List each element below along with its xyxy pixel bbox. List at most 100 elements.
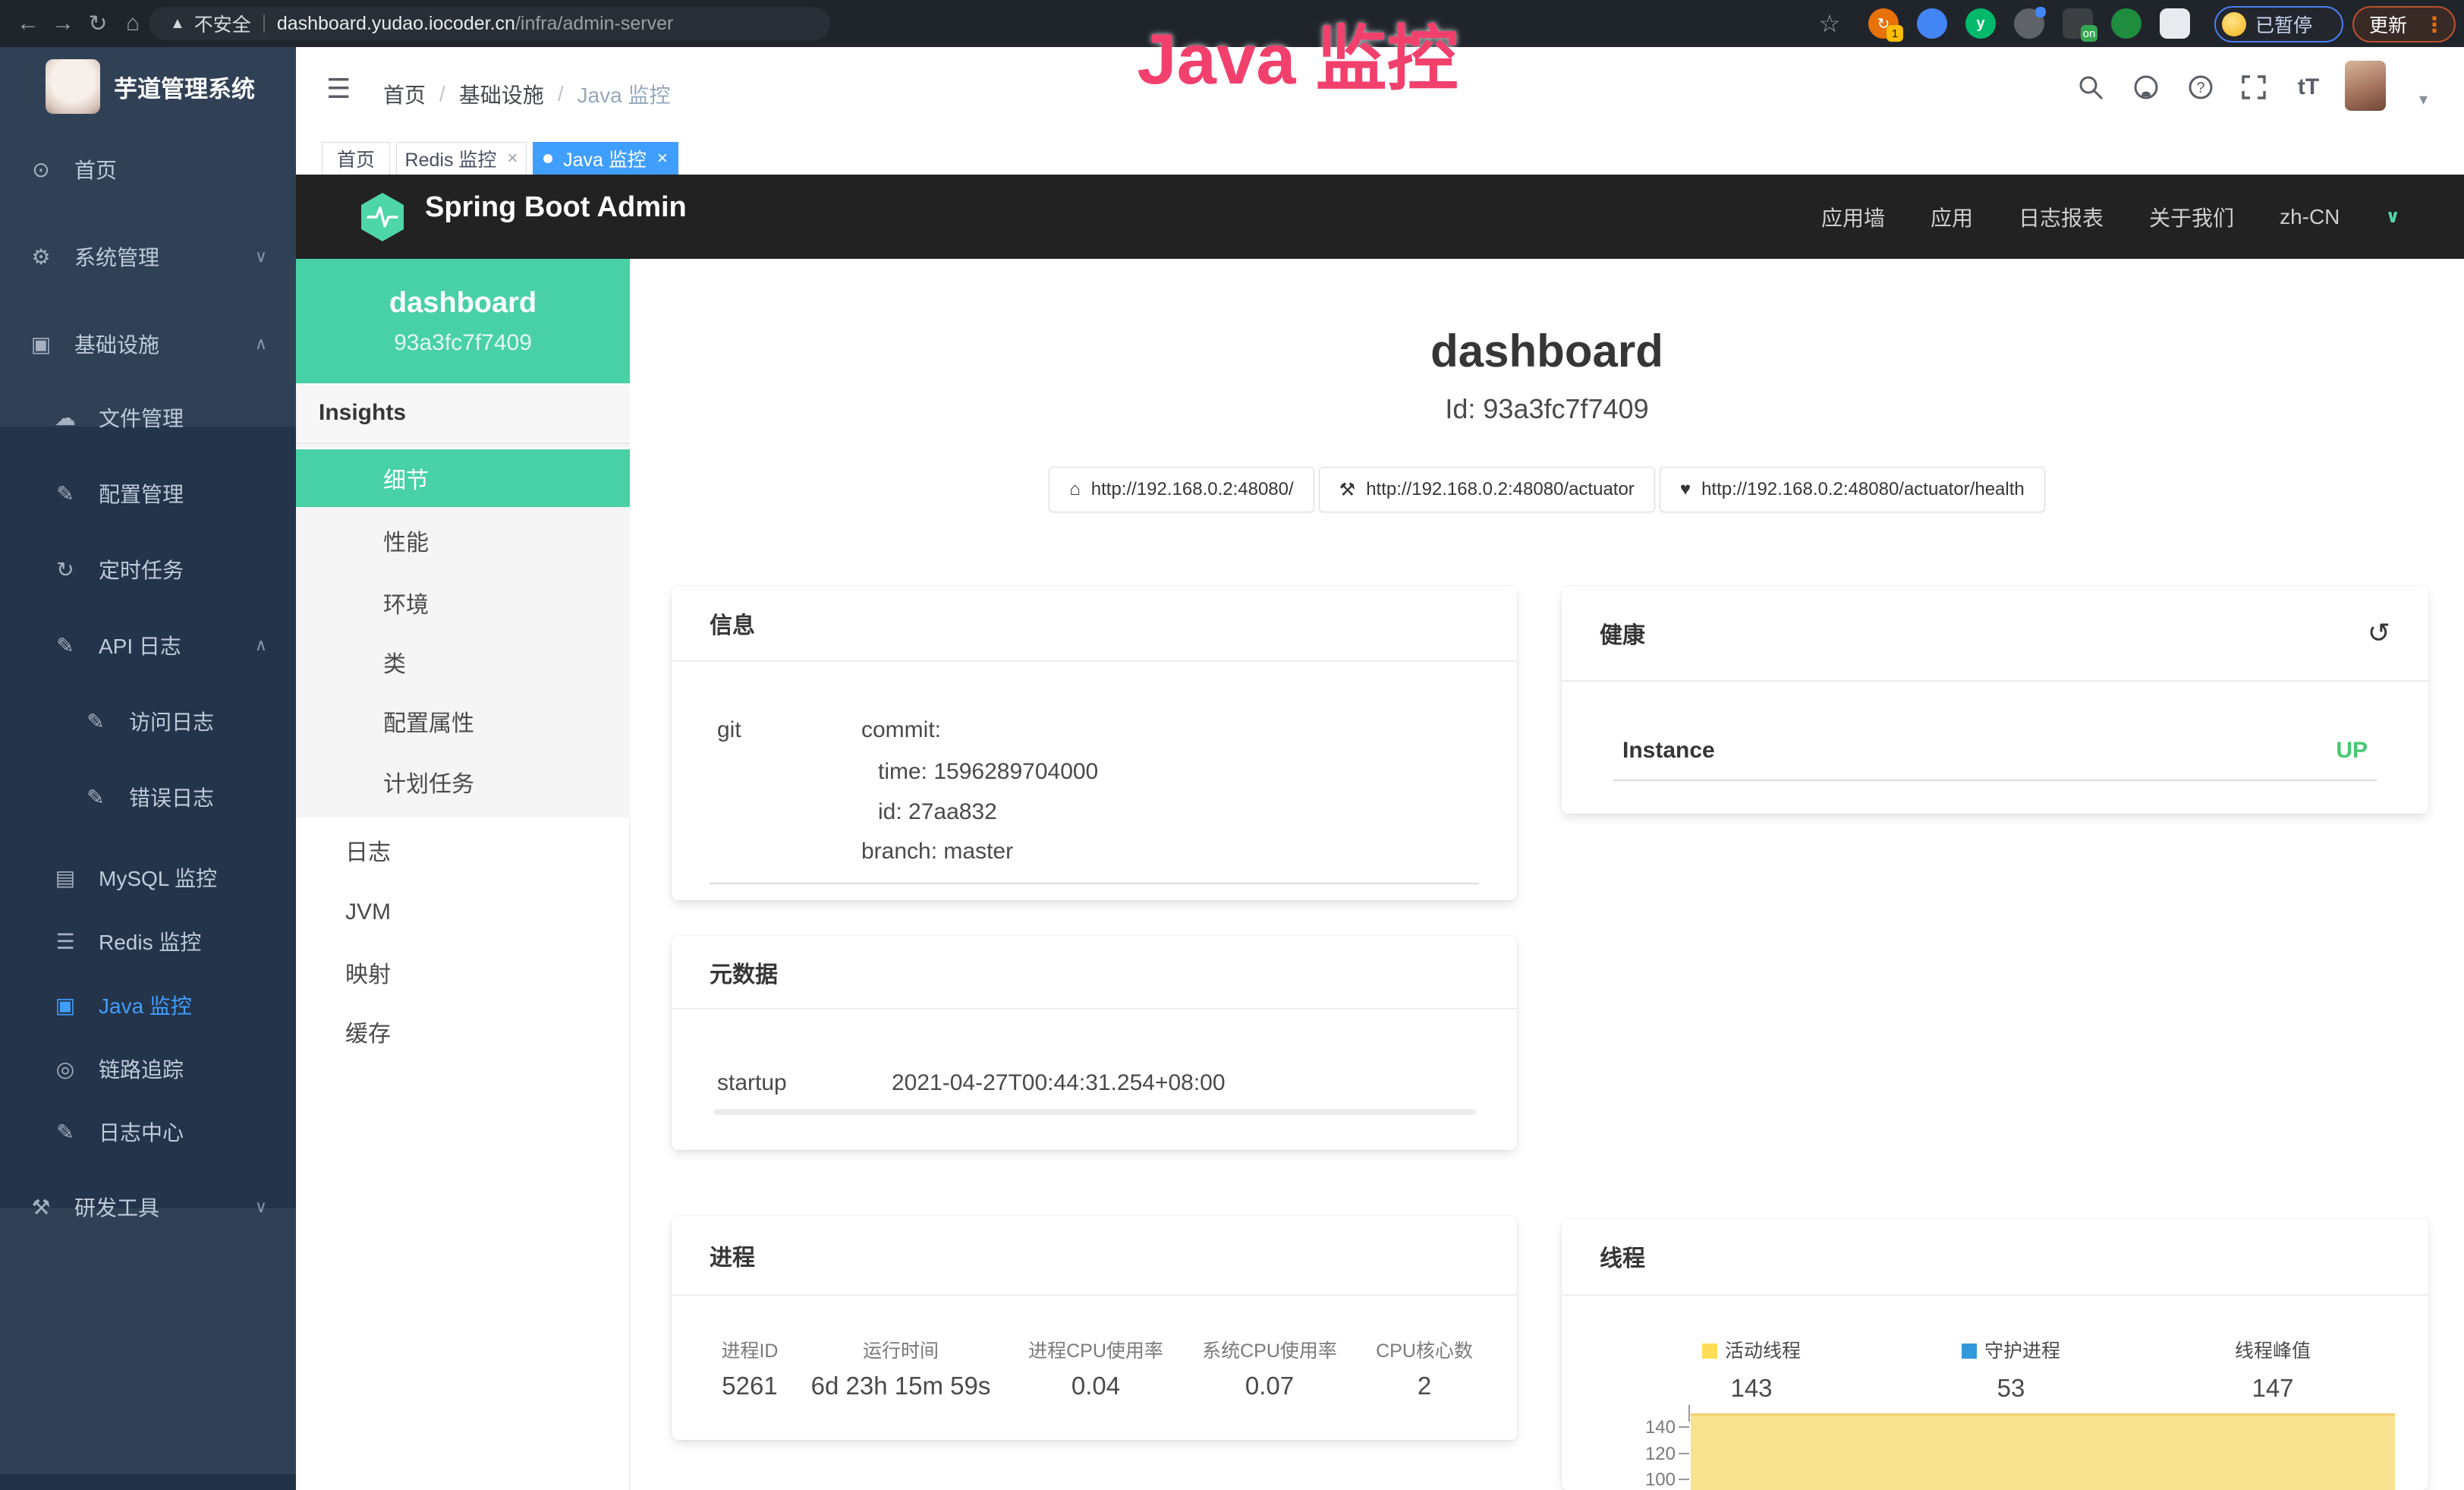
help-icon[interactable]: ? [2186, 72, 2216, 102]
page-root: ← → ↻ ⌂ ▲ 不安全 dashboard.yudao.iocoder.cn… [0, 0, 2464, 1490]
sidebar-item-access-logs[interactable]: ✎ 访问日志 [0, 689, 296, 753]
browser-back-icon[interactable]: ← [11, 0, 46, 47]
extension-pin-icon[interactable] [1917, 8, 1947, 39]
sidebar-item-error-logs[interactable]: ✎ 错误日志 [0, 765, 296, 829]
bookmark-star-icon[interactable]: ☆ [1812, 0, 1847, 47]
breadcrumb-home[interactable]: 首页 [383, 79, 426, 109]
kebab-menu-icon[interactable]: ⋮ [2424, 12, 2445, 37]
metadata-card-title: 元数据 [710, 956, 778, 989]
process-header-uptime: 运行时间 [810, 1336, 992, 1363]
sidebar-item-api-logs[interactable]: ✎ API 日志 ∧ [0, 613, 296, 677]
chevron-down-icon: ∨ [255, 1197, 267, 1217]
insight-item-scheduled-tasks[interactable]: 计划任务 [296, 752, 630, 811]
sidebar-item-config-management[interactable]: ✎ 配置管理 [0, 461, 296, 525]
extension-grid-icon[interactable] [2014, 8, 2044, 39]
sidebar-item-trace[interactable]: ◎ 链路追踪 [0, 1037, 296, 1101]
instance-item-caches[interactable]: 缓存 [296, 1002, 630, 1061]
not-secure-label[interactable]: 不安全 [194, 10, 251, 37]
link-url: http://192.168.0.2:48080/actuator [1366, 479, 1635, 500]
chart-ytick-100: 100 [1584, 1470, 1676, 1490]
extension-yuque-icon[interactable]: y [1965, 8, 1996, 39]
sba-nav-journal[interactable]: 日志报表 [2019, 202, 2104, 232]
tab-redis-monitor[interactable]: Redis 监控 × [396, 142, 527, 175]
github-icon[interactable] [2131, 72, 2161, 102]
sidebar-item-home[interactable]: ⊙ 首页 [0, 137, 296, 201]
sidebar-collapse-icon[interactable]: ☰ [326, 73, 351, 105]
history-icon[interactable]: ↺ [2368, 617, 2390, 649]
profile-paused-pill[interactable]: 已暂停 [2214, 6, 2343, 43]
avatar-caret-down-icon[interactable]: ▾ [2419, 90, 2428, 109]
paused-label: 已暂停 [2255, 11, 2312, 38]
sidebar-item-label: 基础设施 [74, 329, 159, 359]
extension-sprout-icon[interactable] [2111, 8, 2141, 39]
sidebar-item-label: API 日志 [99, 630, 181, 660]
sba-brand-title[interactable]: Spring Boot Admin [425, 191, 687, 224]
browser-forward-icon[interactable]: → [46, 0, 80, 47]
extension-refresh-icon[interactable]: ↻ 1 [1868, 8, 1899, 39]
browser-home-icon[interactable]: ⌂ [115, 0, 150, 47]
sidebar-item-label: 访问日志 [129, 706, 214, 736]
extensions-row: ↻ 1 y on [1868, 0, 2208, 47]
actuator-link[interactable]: ⚒ http://192.168.0.2:48080/actuator [1319, 467, 1655, 512]
tab-close-icon[interactable]: × [657, 148, 668, 169]
yuque-glyph: y [1976, 15, 1984, 33]
sidebar-item-java-monitor[interactable]: ▣ Java 监控 [0, 973, 296, 1037]
browser-update-button[interactable]: 更新 ⋮ [2352, 6, 2456, 43]
insight-item-classes[interactable]: 类 [296, 632, 630, 691]
sidebar-item-infrastructure[interactable]: ▣ 基础设施 ∧ [0, 312, 296, 376]
legend-label: 活动线程 [1725, 1340, 1801, 1362]
extension-onetab-icon[interactable]: on [2063, 8, 2093, 39]
sidebar-item-redis-monitor[interactable]: ☰ Redis 监控 [0, 909, 296, 973]
tab-java-monitor[interactable]: Java 监控 × [533, 142, 678, 175]
health-link[interactable]: ♥ http://192.168.0.2:48080/actuator/heal… [1660, 467, 2045, 512]
page-subtitle: Id: 93a3fc7f7409 [630, 393, 2464, 425]
font-size-icon[interactable]: tT [2293, 72, 2324, 102]
fullscreen-icon[interactable] [2239, 72, 2269, 102]
instance-item-mappings[interactable]: 映射 [296, 943, 630, 1002]
sidebar-item-mysql-monitor[interactable]: ▤ MySQL 监控 [0, 846, 296, 909]
gear-icon: ⚙ [27, 244, 55, 269]
tab-close-icon[interactable]: × [507, 148, 518, 169]
sidebar-item-file-management[interactable]: ☁ 文件管理 [0, 386, 296, 449]
address-divider [263, 14, 265, 33]
sba-nav-wallboard[interactable]: 应用墙 [1821, 202, 1885, 232]
sidebar-item-label: 定时任务 [99, 554, 184, 584]
legend-label: 线程峰值 [2235, 1340, 2311, 1362]
sba-language-select[interactable]: zh-CN [2280, 205, 2340, 229]
instance-item-jvm[interactable]: JVM [296, 883, 630, 942]
tab-label: Redis 监控 [405, 145, 497, 172]
threads-area-chart [1691, 1413, 2395, 1490]
instance-item-logs[interactable]: 日志 [296, 821, 630, 880]
instance-header[interactable]: dashboard 93a3fc7f7409 [296, 259, 630, 383]
search-icon[interactable] [2075, 72, 2106, 102]
instance-home-link[interactable]: ⌂ http://192.168.0.2:48080/ [1049, 467, 1314, 512]
insight-item-label: 性能 [383, 524, 429, 557]
sba-nav-about[interactable]: 关于我们 [2149, 202, 2234, 232]
instance-item-label: 日志 [345, 833, 391, 867]
insight-item-details[interactable]: 细节 [296, 448, 630, 507]
sidebar-item-scheduled-tasks[interactable]: ↻ 定时任务 [0, 537, 296, 601]
language-caret-down-icon[interactable]: ∨ [2385, 206, 2400, 228]
app-title: 芋道管理系统 [114, 70, 255, 104]
info-card: 信息 git commit: time: 1596289704000 id: 2… [672, 586, 1517, 900]
breadcrumb-infrastructure[interactable]: 基础设施 [459, 79, 544, 109]
grid-blue-dot [2035, 7, 2046, 17]
browser-reload-icon[interactable]: ↻ [80, 0, 115, 47]
sidebar-item-dev-tools[interactable]: ⚒ 研发工具 ∨ [0, 1175, 296, 1239]
address-bar[interactable]: ▲ 不安全 dashboard.yudao.iocoder.cn/infra/a… [149, 7, 830, 40]
sba-nav-applications[interactable]: 应用 [1931, 202, 1973, 232]
sidebar-item-system-management[interactable]: ⚙ 系统管理 ∨ [0, 225, 296, 288]
extensions-puzzle-icon[interactable] [2160, 8, 2190, 39]
wrench-icon: ⚒ [1339, 479, 1356, 501]
insights-section-label: Insights [296, 383, 630, 444]
user-avatar[interactable] [2345, 61, 2386, 111]
layers-icon: ☰ [52, 929, 79, 954]
process-header-cpu-cores: CPU核心数 [1356, 1336, 1493, 1363]
insight-item-performance[interactable]: 性能 [296, 511, 630, 570]
tab-home[interactable]: 首页 [322, 142, 390, 175]
insight-item-config-properties[interactable]: 配置属性 [296, 691, 630, 751]
insight-item-environment[interactable]: 环境 [296, 573, 630, 632]
sidebar-item-log-center[interactable]: ✎ 日志中心 [0, 1100, 296, 1164]
info-card-title: 信息 [710, 606, 755, 640]
link-url: http://192.168.0.2:48080/actuator/health [1701, 479, 2025, 500]
